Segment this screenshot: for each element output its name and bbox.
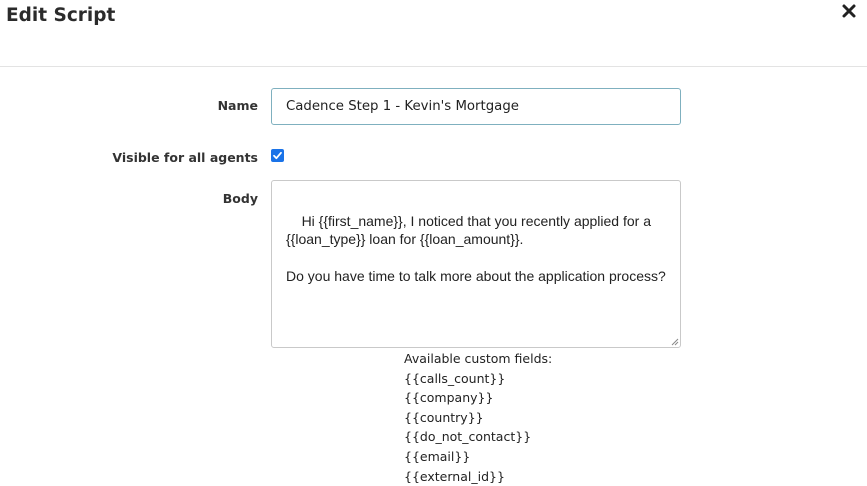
name-label: Name (217, 98, 258, 113)
custom-fields-list: Available custom fields: {{calls_count}}… (404, 349, 552, 486)
body-text: Hi {{first_name}}, I noticed that you re… (286, 212, 666, 285)
body-label: Body (222, 191, 258, 206)
body-textarea[interactable]: Hi {{first_name}}, I noticed that you re… (271, 180, 681, 348)
checkmark-icon (273, 151, 282, 160)
custom-field-item: {{external_id}} (404, 468, 505, 484)
custom-fields-heading: Available custom fields: (404, 351, 553, 366)
custom-field-item: {{country}} (404, 409, 484, 425)
dialog-title: Edit Script (6, 5, 116, 26)
custom-field-item: {{company}} (404, 390, 494, 406)
dialog-header: Edit Script (0, 0, 867, 67)
custom-field-item: {{email}} (404, 448, 471, 464)
visible-for-all-agents-label: Visible for all agents (112, 150, 258, 165)
name-field[interactable] (271, 88, 681, 125)
custom-field-item: {{calls_count}} (404, 370, 506, 386)
custom-field-item: {{do_not_contact}} (404, 429, 532, 445)
resize-grip-icon[interactable] (670, 337, 679, 346)
edit-script-dialog: Edit Script Name Visible for all agents … (0, 0, 867, 484)
close-icon[interactable] (841, 3, 857, 19)
visible-for-all-agents-checkbox[interactable] (271, 149, 284, 162)
